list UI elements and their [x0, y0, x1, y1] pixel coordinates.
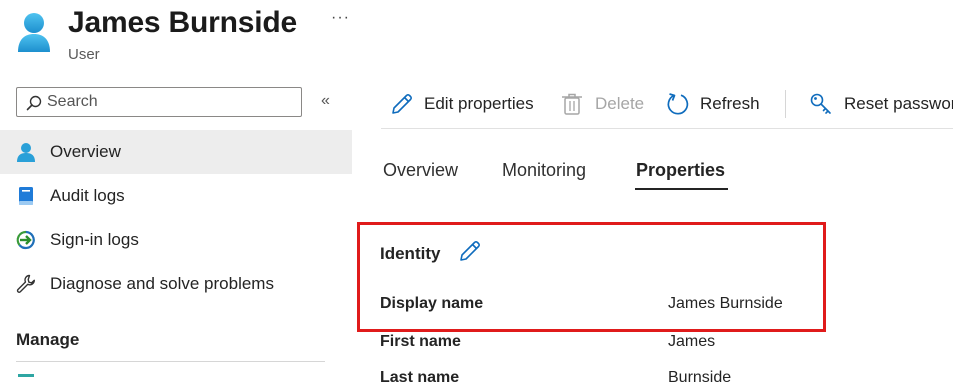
active-tab-indicator: [635, 188, 728, 190]
pencil-icon: [460, 241, 480, 261]
key-icon: [810, 93, 831, 114]
manage-section-heading: Manage: [16, 330, 80, 349]
edit-properties-label: Edit properties: [424, 94, 534, 113]
toolbar-separator: [785, 90, 786, 118]
edit-properties-button[interactable]: Edit properties: [390, 90, 542, 118]
reset-password-label: Reset password: [844, 94, 953, 113]
identity-section-title: Identity: [380, 244, 441, 263]
tab-overview[interactable]: Overview: [383, 159, 458, 181]
collapse-sidebar-button[interactable]: «: [321, 91, 330, 111]
sidebar-item-diagnose[interactable]: Diagnose and solve problems: [0, 262, 352, 306]
first-name-label: First name: [380, 333, 461, 350]
delete-button[interactable]: Delete: [561, 90, 649, 118]
delete-label: Delete: [595, 94, 645, 113]
sidebar-item-audit-logs[interactable]: Audit logs: [0, 174, 352, 218]
section-divider: [16, 361, 325, 362]
tab-properties[interactable]: Properties: [636, 159, 725, 181]
user-avatar-icon: [16, 12, 52, 52]
highlight-annotation-box: [357, 222, 826, 332]
tab-monitoring[interactable]: Monitoring: [502, 159, 586, 181]
search-icon: [26, 95, 42, 111]
reset-password-button[interactable]: Reset password: [809, 90, 953, 118]
sidebar-item-label: Audit logs: [50, 186, 125, 205]
page-subtitle: User: [68, 46, 100, 63]
more-options-button[interactable]: ···: [331, 8, 350, 28]
sidebar-item-overview[interactable]: Overview: [0, 130, 352, 174]
toolbar-divider: [381, 128, 953, 129]
sidebar-item-sign-in-logs[interactable]: Sign-in logs: [0, 218, 352, 262]
search-box[interactable]: [16, 87, 302, 117]
first-name-value: James: [668, 333, 716, 350]
sidebar-item-label: Diagnose and solve problems: [50, 274, 274, 293]
sign-in-icon: [16, 230, 35, 250]
last-name-label: Last name: [380, 369, 460, 386]
page-title: James Burnside: [68, 6, 297, 39]
edit-identity-button[interactable]: [458, 239, 482, 263]
pencil-icon: [392, 94, 412, 114]
user-icon: [17, 143, 35, 162]
display-name-value: James Burnside: [668, 295, 783, 312]
refresh-icon: [667, 93, 689, 115]
last-name-value: Burnside: [668, 369, 732, 386]
wrench-icon: [16, 274, 35, 293]
sidebar-item-label: Overview: [50, 142, 121, 161]
refresh-label: Refresh: [700, 94, 760, 113]
sidebar-item-label: Sign-in logs: [50, 230, 139, 249]
book-icon: [19, 187, 33, 205]
refresh-button[interactable]: Refresh: [666, 90, 762, 118]
trash-icon: [562, 93, 582, 115]
display-name-label: Display name: [380, 295, 484, 312]
search-input[interactable]: [47, 91, 295, 113]
